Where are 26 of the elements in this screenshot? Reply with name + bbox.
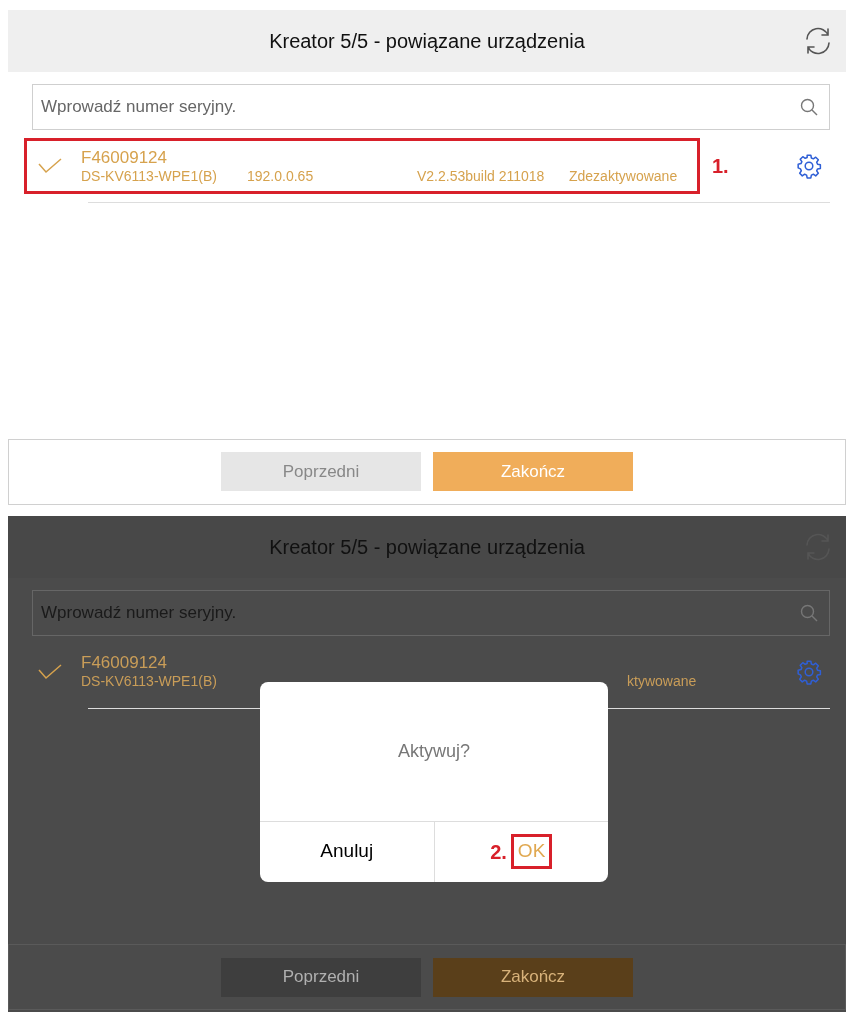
search-icon[interactable] bbox=[800, 603, 818, 622]
checkmark-icon bbox=[38, 663, 62, 680]
device-model: DS-KV6113-WPE1(B) bbox=[81, 673, 218, 691]
ok-button[interactable]: OK bbox=[510, 834, 553, 869]
device-ip: 192.0.0.65 bbox=[247, 167, 315, 186]
search-icon[interactable] bbox=[800, 98, 818, 116]
device-serial: F46009124 bbox=[81, 146, 169, 168]
finish-button[interactable]: Zakończ bbox=[433, 452, 633, 491]
annotation-number: 1. bbox=[712, 154, 729, 179]
dialog-message: Aktywuj? bbox=[398, 739, 470, 763]
device-row[interactable]: F46009124 DS-KV6113-WPE1(B) ktywowane bbox=[24, 643, 700, 700]
device-serial: F46009124 bbox=[81, 652, 169, 674]
window-title: Kreator 5/5 - powiązane urządzenia bbox=[269, 534, 585, 560]
device-model: DS-KV6113-WPE1(B) bbox=[81, 167, 218, 186]
checkmark-icon bbox=[38, 158, 62, 174]
cancel-button[interactable]: Anuluj bbox=[316, 837, 378, 866]
window-title: Kreator 5/5 - powiązane urządzenia bbox=[269, 29, 585, 54]
device-status: Zdezaktywowane bbox=[569, 167, 678, 186]
settings-icon[interactable] bbox=[796, 153, 822, 179]
previous-button[interactable]: Poprzedni bbox=[221, 452, 421, 491]
device-status: ktywowane bbox=[627, 673, 697, 691]
device-row[interactable]: F46009124 DS-KV6113-WPE1(B) 192.0.0.65 V2.2.53build 211018 Zdezaktywowane bbox=[24, 138, 700, 194]
device-version: V2.2.53build 211018 bbox=[417, 167, 546, 186]
annotation-number: 2. bbox=[490, 839, 507, 865]
previous-button[interactable]: Poprzedni bbox=[221, 957, 421, 997]
finish-button[interactable]: Zakończ bbox=[433, 957, 633, 997]
